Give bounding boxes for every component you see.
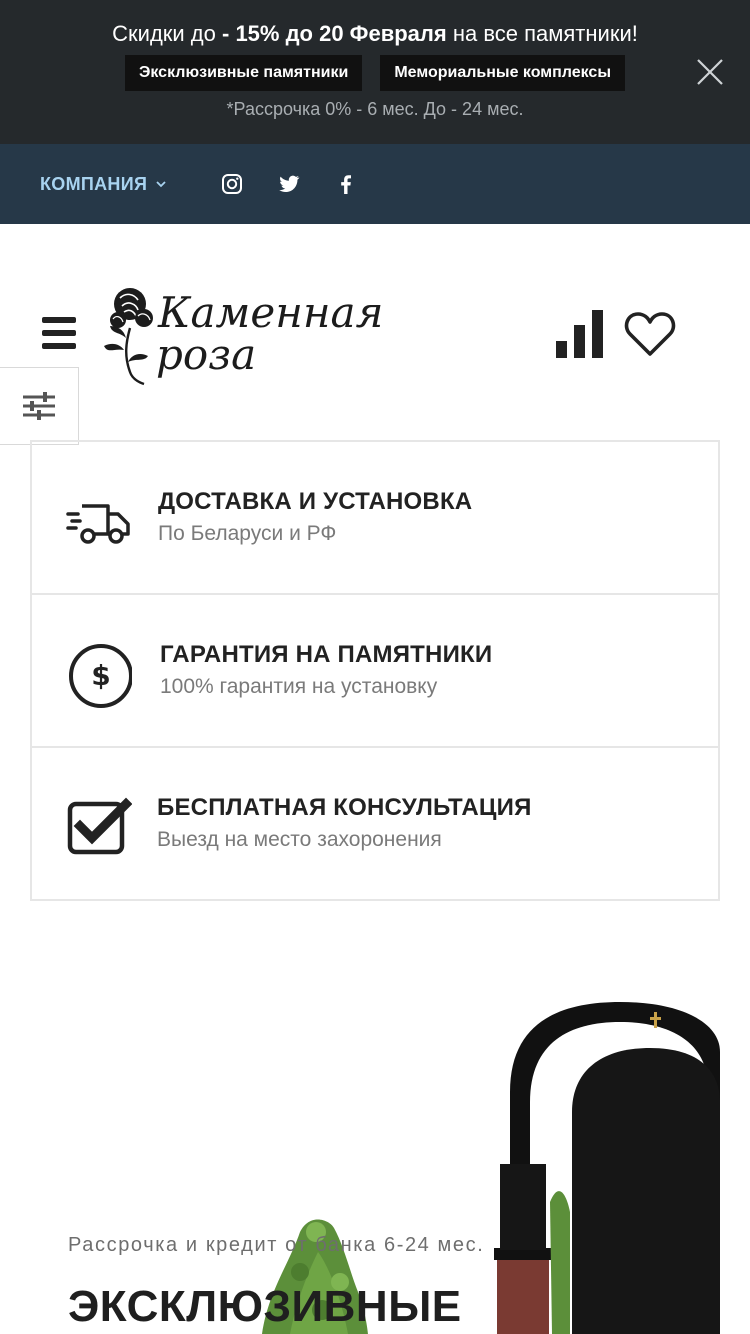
facebook-icon[interactable] xyxy=(334,172,358,196)
filter-toggle-button[interactable] xyxy=(0,367,79,445)
truck-icon xyxy=(66,504,130,544)
exclusive-monuments-button[interactable]: Эксклюзивные памятники xyxy=(125,55,363,91)
chevron-down-icon xyxy=(156,181,166,188)
feature-delivery: ДОСТАВКА И УСТАНОВКА По Беларуси и РФ xyxy=(32,442,718,595)
filter-sliders-icon xyxy=(23,392,55,420)
logo-line-1: Каменная xyxy=(158,288,384,337)
promo-text: Скидки до - 15% до 20 Февраля на все пам… xyxy=(0,20,750,48)
feature-title: ДОСТАВКА И УСТАНОВКА xyxy=(158,488,473,515)
heart-icon[interactable] xyxy=(624,310,676,358)
feature-subtitle: Выезд на место захоронения xyxy=(157,828,442,851)
memorial-complexes-button[interactable]: Мемориальные комплексы xyxy=(380,55,625,91)
close-icon[interactable] xyxy=(696,58,724,86)
rose-logo-icon xyxy=(104,288,153,386)
top-nav: КОМПАНИЯ xyxy=(0,144,750,224)
feature-subtitle: 100% гарантия на установку xyxy=(160,675,438,698)
compare-bars-icon[interactable] xyxy=(555,309,605,359)
company-menu-label: КОМПАНИЯ xyxy=(40,173,148,194)
hamburger-menu-icon[interactable] xyxy=(42,317,76,349)
promo-text-highlight: - 15% до 20 Февраля xyxy=(222,21,447,46)
feature-guarantee: $ ГАРАНТИЯ НА ПАМЯТНИКИ 100% гарантия на… xyxy=(32,595,718,748)
feature-title: БЕСПЛАТНАЯ КОНСУЛЬТАЦИЯ xyxy=(157,794,532,821)
hero-slide: Рассрочка и кредит от банка 6-24 мес. ЭК… xyxy=(0,902,750,1334)
twitter-icon[interactable] xyxy=(277,172,301,196)
monument-image xyxy=(262,1002,720,1334)
instagram-icon[interactable] xyxy=(220,172,244,196)
hero-title: ЭКСКЛЮЗИВНЫЕ xyxy=(68,1282,462,1331)
logo-line-2: роза xyxy=(156,330,257,379)
site-logo[interactable]: Каменная роза xyxy=(100,282,410,386)
promo-banner: Скидки до - 15% до 20 Февраля на все пам… xyxy=(0,0,750,144)
promo-text-after: на все памятники! xyxy=(446,21,638,46)
feature-consultation: БЕСПЛАТНАЯ КОНСУЛЬТАЦИЯ Выезд на место з… xyxy=(32,748,718,901)
svg-text:$: $ xyxy=(91,659,110,692)
logo-wordmark: Каменная роза xyxy=(156,288,384,379)
promo-installment-note: *Рассрочка 0% - 6 мес. До - 24 мес. xyxy=(226,99,524,119)
dollar-circle-icon: $ xyxy=(69,644,132,708)
checkbox-icon xyxy=(67,797,132,855)
feature-subtitle: По Беларуси и РФ xyxy=(158,522,337,545)
hero-subtitle: Рассрочка и кредит от банка 6-24 мес. xyxy=(68,1234,485,1256)
features-list: ДОСТАВКА И УСТАНОВКА По Беларуси и РФ $ … xyxy=(30,440,720,901)
company-menu[interactable]: КОМПАНИЯ xyxy=(40,172,167,196)
promo-text-before: Скидки до xyxy=(112,21,222,46)
feature-title: ГАРАНТИЯ НА ПАМЯТНИКИ xyxy=(160,641,493,668)
promo-buttons: Эксклюзивные памятники Мемориальные комп… xyxy=(0,55,750,91)
